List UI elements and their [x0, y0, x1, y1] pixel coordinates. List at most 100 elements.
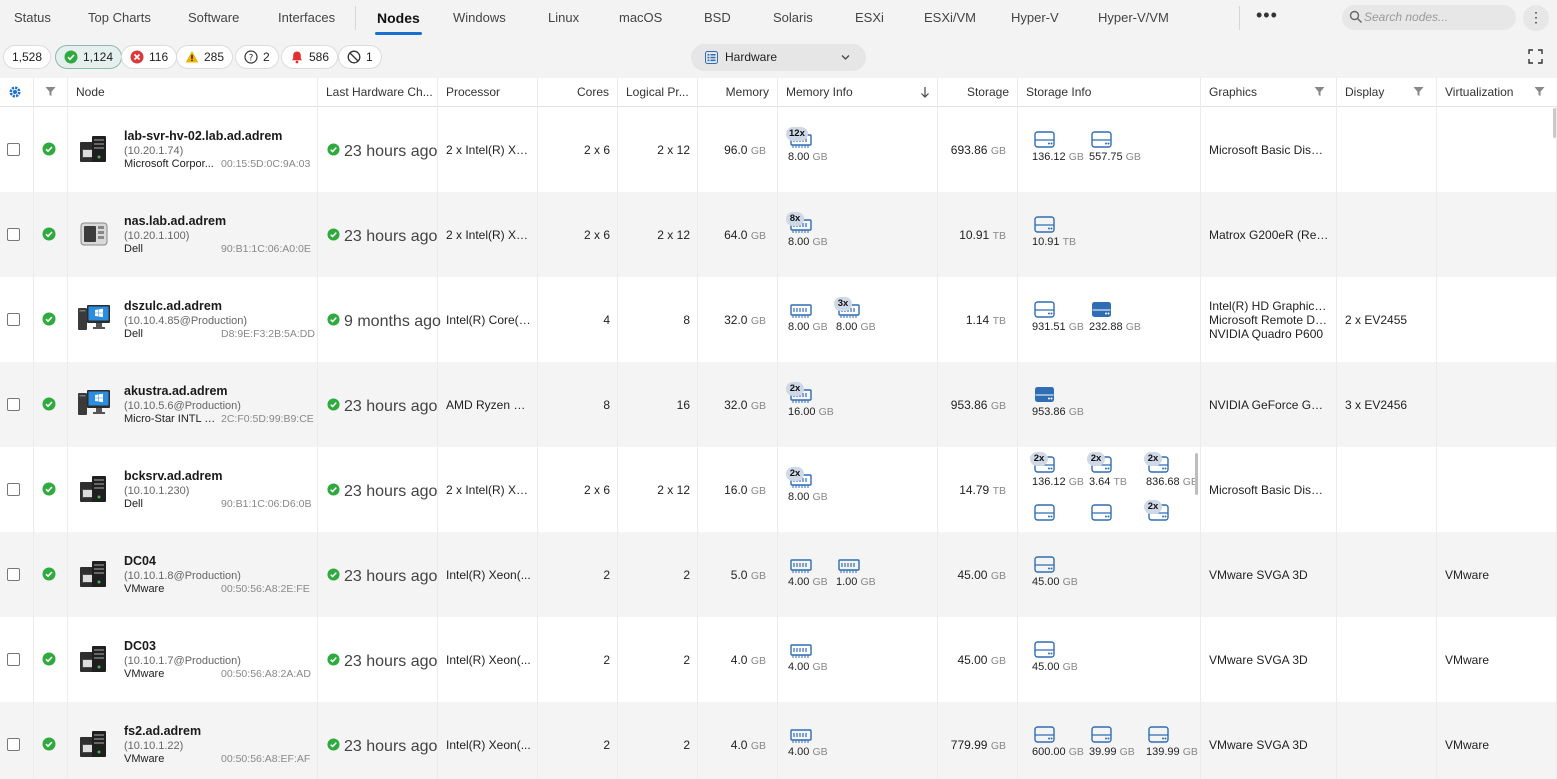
table-cell: [1337, 447, 1437, 532]
tab-nodes[interactable]: Nodes: [375, 0, 422, 36]
column-header-display[interactable]: Display: [1337, 78, 1437, 107]
column-header-storage[interactable]: Storage: [938, 78, 1018, 107]
row-checkbox[interactable]: [7, 228, 20, 241]
table-row[interactable]: bcksrv.ad.adrem (10.10.1.230) Dell 90:B1:1C…: [0, 447, 1557, 532]
cores: 4: [603, 313, 610, 327]
column-header-memory[interactable]: Memory: [698, 78, 778, 107]
row-checkbox[interactable]: [7, 568, 20, 581]
table-scrollbar[interactable]: [1553, 108, 1556, 138]
table-row[interactable]: dszulc.ad.adrem (10.10.4.85@Production) De…: [0, 277, 1557, 362]
storage-value: 45.00: [957, 568, 988, 582]
processor: Intel(R) Xeon(...: [446, 653, 531, 667]
graphics-adapter: VMware SVGA 3D: [1209, 738, 1308, 752]
column-header-virtualization[interactable]: Virtualization: [1437, 78, 1557, 107]
module-size: 8.00: [788, 236, 810, 248]
tab-software[interactable]: Software: [188, 0, 239, 36]
tab-status[interactable]: Status: [14, 0, 51, 36]
module-unit: TB: [1062, 236, 1077, 248]
processor: 2 x Intel(R) Xe...: [446, 143, 532, 157]
search-input[interactable]: [1364, 7, 1509, 27]
table-row[interactable]: DC03 (10.10.1.7@Production) VMware 00:50:56…: [0, 617, 1557, 702]
module-size-label: 16.00 GB: [788, 406, 834, 418]
hardware-status-icon: [327, 483, 340, 496]
module-size-label: 136.12 GB: [1032, 151, 1084, 163]
graphics-adapter: NVIDIA GeForce GTX ...: [1209, 398, 1329, 412]
node-name[interactable]: DC03: [124, 639, 156, 653]
filter-warning-chip[interactable]: 285: [176, 45, 234, 69]
node-name[interactable]: DC04: [124, 554, 156, 568]
tab-top-charts[interactable]: Top Charts: [88, 0, 151, 36]
column-header-node[interactable]: Node: [68, 78, 318, 107]
filter-alarm-chip[interactable]: 586: [281, 45, 339, 69]
module-size-label: 10.91 TB: [1032, 236, 1076, 248]
tab-esxi-vm[interactable]: ESXi/VM: [924, 0, 976, 36]
graphics-adapter: Microsoft Basic Displ...: [1209, 483, 1329, 497]
node-name[interactable]: bcksrv.ad.adrem: [124, 469, 222, 483]
table-row[interactable]: DC04 (10.10.1.8@Production) VMware 00:50:56…: [0, 532, 1557, 617]
row-checkbox[interactable]: [7, 313, 20, 326]
tab-hyper-v[interactable]: Hyper-V: [1011, 0, 1059, 36]
filter-unknown-chip[interactable]: ? 2: [235, 45, 279, 69]
row-checkbox[interactable]: [7, 143, 20, 156]
tab-esxi[interactable]: ESXi: [855, 0, 884, 36]
node-name[interactable]: akustra.ad.adrem: [124, 384, 228, 398]
filter-icon[interactable]: [1413, 86, 1424, 97]
memory-total: 64.0 GB: [724, 228, 766, 242]
tab-solaris[interactable]: Solaris: [773, 0, 813, 36]
node-name[interactable]: dszulc.ad.adrem: [124, 299, 222, 313]
tab-interfaces[interactable]: Interfaces: [278, 0, 335, 36]
filter-icon[interactable]: [45, 86, 56, 97]
table-row[interactable]: fs2.ad.adrem (10.10.1.22) VMware 00:50:56:A…: [0, 702, 1557, 779]
storage-cell-scrollbar[interactable]: [1195, 453, 1198, 495]
tab-bsd[interactable]: BSD: [704, 0, 731, 36]
hard-drive-icon: [1032, 555, 1058, 575]
table-cell: [1437, 107, 1557, 192]
view-select-label: Hardware: [725, 50, 778, 64]
column-header-last-change[interactable]: Last Hardware Ch...: [318, 78, 438, 107]
filter-all-chip[interactable]: 1,528: [3, 45, 52, 69]
module-size: 4.00: [788, 576, 810, 588]
column-header-logical[interactable]: Logical Pr...: [618, 78, 698, 107]
tab-macos[interactable]: macOS: [619, 0, 662, 36]
filter-disabled-chip[interactable]: 1: [338, 45, 382, 69]
column-header-processor[interactable]: Processor: [438, 78, 538, 107]
tab-linux[interactable]: Linux: [548, 0, 579, 36]
column-header-storage-info[interactable]: Storage Info: [1018, 78, 1201, 107]
column-header-memory-info[interactable]: Memory Info: [778, 78, 938, 107]
memory-unit: GB: [750, 570, 766, 582]
table-header: Node Last Hardware Ch... Processor Cores…: [0, 78, 1557, 107]
filter-ok-chip[interactable]: 1,124: [55, 45, 123, 69]
column-header-graphics[interactable]: Graphics: [1201, 78, 1337, 107]
module-unit: GB: [1068, 476, 1084, 488]
filter-error-chip[interactable]: 116: [121, 45, 178, 69]
tab-windows[interactable]: Windows: [453, 0, 506, 36]
row-checkbox[interactable]: [7, 653, 20, 666]
table-row[interactable]: akustra.ad.adrem (10.10.5.6@Production) Mi…: [0, 362, 1557, 447]
more-tabs-icon[interactable]: •••: [1256, 6, 1278, 26]
hard-drive-icon: [1032, 215, 1058, 235]
filter-icon[interactable]: [1534, 86, 1545, 97]
gear-icon[interactable]: [8, 85, 22, 99]
hard-drive-icon: [1032, 300, 1058, 320]
module-size-label: 953.86 GB: [1032, 406, 1084, 418]
table-cell: [1437, 192, 1557, 277]
view-select[interactable]: Hardware: [691, 44, 866, 71]
row-checkbox[interactable]: [7, 483, 20, 496]
filter-icon[interactable]: [1314, 86, 1325, 97]
storage-module: 2x 136.12 GB: [1030, 452, 1084, 489]
sort-descending-icon[interactable]: [920, 86, 930, 98]
node-name[interactable]: fs2.ad.adrem: [124, 724, 201, 738]
row-checkbox[interactable]: [7, 738, 20, 751]
tab-hyper-v-vm[interactable]: Hyper-V/VM: [1098, 0, 1169, 36]
node-name[interactable]: lab-svr-hv-02.lab.ad.adrem: [124, 129, 282, 143]
table-row[interactable]: nas.lab.ad.adrem (10.20.1.100) Dell 90:B1:1…: [0, 192, 1557, 277]
row-checkbox[interactable]: [7, 398, 20, 411]
node-name[interactable]: nas.lab.ad.adrem: [124, 214, 226, 228]
table-row[interactable]: lab-svr-hv-02.lab.ad.adrem (10.20.1.74) Mi…: [0, 107, 1557, 192]
filter-unknown-count: 2: [263, 50, 270, 64]
column-header-cores[interactable]: Cores: [538, 78, 618, 107]
graphics-adapter: VMware SVGA 3D: [1209, 568, 1308, 582]
node-mac: 90:B1:1C:06:A0:0E: [221, 243, 311, 255]
fullscreen-icon[interactable]: [1528, 49, 1543, 64]
kebab-menu-icon[interactable]: ⋮: [1523, 5, 1549, 31]
